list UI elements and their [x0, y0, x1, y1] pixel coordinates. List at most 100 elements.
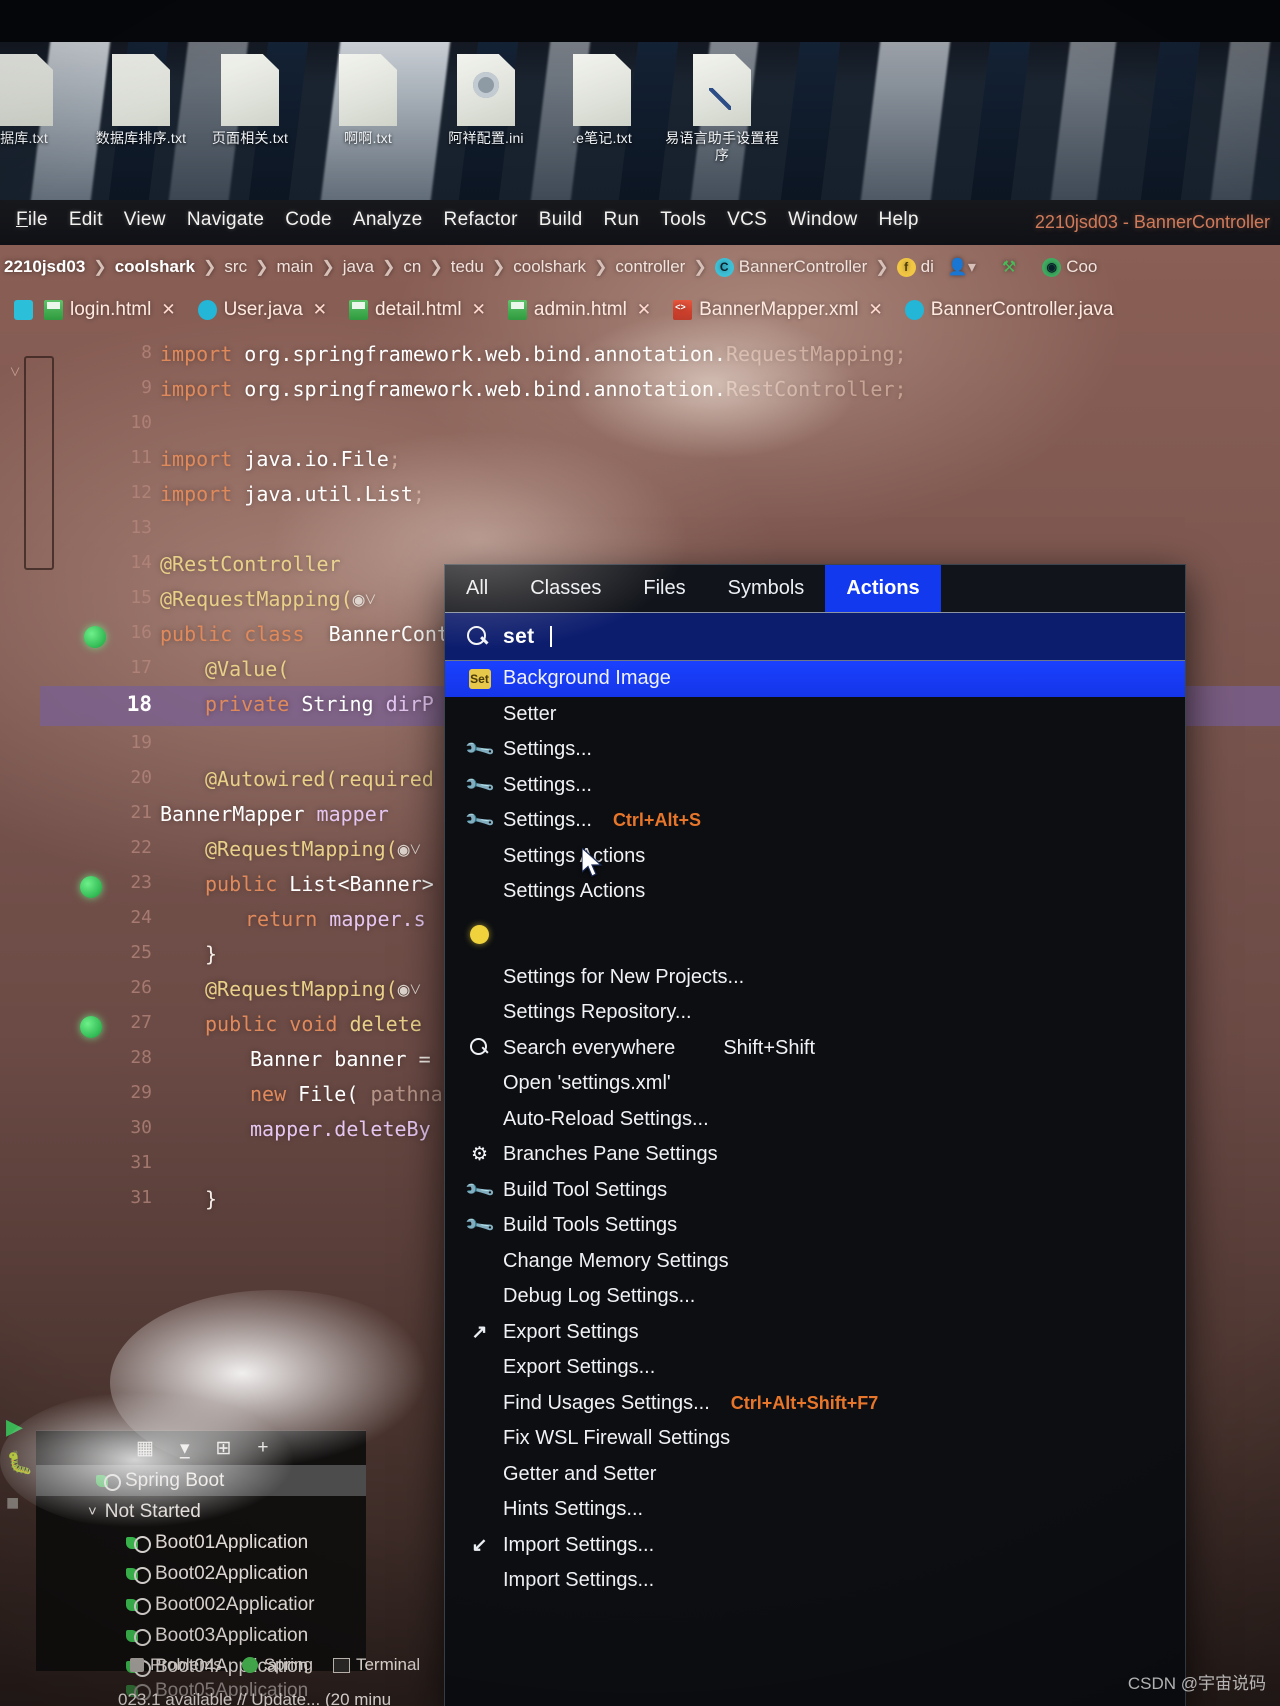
- breadcrumb-item-module[interactable]: coolshark: [115, 257, 195, 277]
- menu-edit[interactable]: Edit: [69, 209, 103, 231]
- desktop-icon[interactable]: 易语言助手设置程序: [662, 54, 782, 164]
- menu-help[interactable]: Help: [879, 209, 919, 231]
- tree-item-boot03[interactable]: Boot03Application: [36, 1620, 366, 1651]
- result-export-settings[interactable]: ↗ Export Settings: [445, 1315, 1185, 1351]
- menu-view[interactable]: View: [124, 209, 166, 231]
- editor-tab-detail-html[interactable]: detail.html ✕: [338, 299, 497, 321]
- result-search-everywhere[interactable]: Search everywhere Shift+Shift: [445, 1031, 1185, 1067]
- filter-icon[interactable]: ▾̲: [180, 1437, 190, 1460]
- editor-tab-bannercontroller-java[interactable]: BannerController.java: [894, 299, 1125, 321]
- editor-tab-user-java[interactable]: User.java ✕: [187, 299, 338, 321]
- grid-icon[interactable]: ▦: [136, 1437, 154, 1460]
- editor-tab-admin-html[interactable]: admin.html ✕: [497, 299, 662, 321]
- result-build-tool-settings[interactable]: 🔧 Build Tool Settings: [445, 1173, 1185, 1209]
- search-input[interactable]: set: [503, 625, 535, 649]
- result-import-settings-dots[interactable]: Import Settings...: [445, 1563, 1185, 1599]
- menu-run[interactable]: Run: [604, 209, 640, 231]
- run-config-label[interactable]: Coo: [1066, 257, 1097, 277]
- result-open-settings-xml[interactable]: Open 'settings.xml': [445, 1066, 1185, 1102]
- close-icon[interactable]: ✕: [637, 300, 651, 320]
- menu-analyze[interactable]: Analyze: [353, 209, 423, 231]
- hammer-icon[interactable]: ⚒: [1002, 257, 1016, 277]
- result-debug-log-settings[interactable]: Debug Log Settings...: [445, 1279, 1185, 1315]
- debug-icon[interactable]: 🐛: [6, 1450, 33, 1476]
- tree-item-spring-boot[interactable]: Spring Boot: [36, 1465, 366, 1496]
- desktop-icon[interactable]: 啊啊.txt: [308, 54, 428, 147]
- run-gutter-icon[interactable]: [80, 876, 102, 898]
- result-set-background-image[interactable]: Set Background Image: [445, 661, 1185, 697]
- run-gutter-icon[interactable]: [84, 626, 106, 648]
- desktop-icon[interactable]: 页面相关.txt: [190, 54, 310, 147]
- result-settings-1[interactable]: 🔧 Settings...: [445, 732, 1185, 768]
- menu-file[interactable]: File: [16, 209, 48, 231]
- result-settings-for-new-projects[interactable]: Settings for New Projects...: [445, 960, 1185, 996]
- stop-icon[interactable]: ■: [6, 1490, 19, 1516]
- search-everywhere-popup[interactable]: All Classes Files Symbols Actions set Se…: [445, 565, 1185, 1706]
- menu-build[interactable]: Build: [539, 209, 583, 231]
- desktop-icon[interactable]: 阿祥配置.ini: [426, 54, 546, 147]
- add-icon[interactable]: +: [257, 1437, 268, 1459]
- result-hints-settings[interactable]: Hints Settings...: [445, 1492, 1185, 1528]
- result-settings-repository[interactable]: Settings Repository...: [445, 995, 1185, 1031]
- result-auto-reload-settings[interactable]: Auto-Reload Settings...: [445, 1102, 1185, 1138]
- status-terminal[interactable]: Terminal: [332, 1655, 420, 1675]
- result-settings-2[interactable]: 🔧 Settings...: [445, 768, 1185, 804]
- editor-tab-bannermapper-xml[interactable]: BannerMapper.xml ✕: [662, 299, 894, 321]
- desktop-icon[interactable]: 据库.txt: [0, 54, 84, 147]
- breadcrumb-item-src[interactable]: src: [224, 257, 247, 277]
- result-fix-wsl-firewall-settings[interactable]: Fix WSL Firewall Settings: [445, 1421, 1185, 1457]
- tab-classes[interactable]: Classes: [509, 565, 622, 612]
- tab-all[interactable]: All: [445, 565, 509, 612]
- breadcrumb-item-controller[interactable]: controller: [615, 257, 685, 277]
- tree-item-not-started[interactable]: ˅ Not Started: [36, 1496, 366, 1527]
- result-unlabeled-yellow[interactable]: [445, 910, 1185, 960]
- run-gutter-icon[interactable]: [80, 1016, 102, 1038]
- close-icon[interactable]: ✕: [313, 300, 327, 320]
- breadcrumb-item-main[interactable]: main: [277, 257, 314, 277]
- status-spring[interactable]: Spring: [241, 1655, 313, 1675]
- caret-down-icon[interactable]: ˅: [88, 1503, 97, 1520]
- close-icon[interactable]: ✕: [161, 300, 175, 320]
- breadcrumb-item-coolshark[interactable]: coolshark: [513, 257, 586, 277]
- menu-window[interactable]: Window: [788, 209, 857, 231]
- result-getter-and-setter[interactable]: Getter and Setter: [445, 1457, 1185, 1493]
- result-settings-actions-1[interactable]: Settings Actions: [445, 839, 1185, 875]
- run-icon[interactable]: ▶: [6, 1414, 23, 1440]
- tab-files[interactable]: Files: [622, 565, 706, 612]
- breadcrumb-item-cn[interactable]: cn: [403, 257, 421, 277]
- menu-refactor[interactable]: Refactor: [444, 209, 518, 231]
- project-view-icon[interactable]: [14, 300, 33, 320]
- group-icon[interactable]: ⊞: [216, 1437, 232, 1460]
- result-export-settings-dots[interactable]: Export Settings...: [445, 1350, 1185, 1386]
- desktop-icon[interactable]: .e笔记.txt: [542, 54, 662, 147]
- result-import-settings[interactable]: ↙ Import Settings...: [445, 1528, 1185, 1564]
- breadcrumb-item-project[interactable]: 2210jsd03: [4, 257, 85, 277]
- status-problems[interactable]: Problems: [130, 1655, 222, 1675]
- close-icon[interactable]: ✕: [869, 300, 883, 320]
- inspections-widget-icon[interactable]: 👤▾: [948, 257, 976, 277]
- editor-tab-login-html[interactable]: login.html ✕: [33, 299, 187, 321]
- result-build-tools-settings[interactable]: 🔧 Build Tools Settings: [445, 1208, 1185, 1244]
- search-field-row[interactable]: set: [445, 613, 1185, 661]
- tree-item-boot02[interactable]: Boot02Application: [36, 1558, 366, 1589]
- result-settings-actions-2[interactable]: Settings Actions: [445, 874, 1185, 910]
- tab-actions[interactable]: Actions: [825, 565, 941, 612]
- desktop-icon[interactable]: 数据库排序.txt: [81, 54, 201, 147]
- tab-symbols[interactable]: Symbols: [707, 565, 826, 612]
- breadcrumb-item-tedu[interactable]: tedu: [451, 257, 484, 277]
- tree-item-boot01[interactable]: Boot01Application: [36, 1527, 366, 1558]
- breadcrumb-item-java[interactable]: java: [343, 257, 374, 277]
- menu-navigate[interactable]: Navigate: [187, 209, 264, 231]
- tree-item-boot002[interactable]: Boot002Applicatior: [36, 1589, 366, 1620]
- menu-code[interactable]: Code: [285, 209, 332, 231]
- breadcrumb-item-class[interactable]: BannerController: [739, 257, 868, 277]
- result-change-memory-settings[interactable]: Change Memory Settings: [445, 1244, 1185, 1280]
- close-icon[interactable]: ✕: [472, 300, 486, 320]
- result-settings-3[interactable]: 🔧 Settings... Ctrl+Alt+S: [445, 803, 1185, 839]
- result-branches-pane-settings[interactable]: ⚙ Branches Pane Settings: [445, 1137, 1185, 1173]
- breadcrumb-item-field[interactable]: di: [921, 257, 934, 277]
- search-results-list[interactable]: Set Background Image Setter 🔧 Settings..…: [445, 661, 1185, 1599]
- chevron-down-icon[interactable]: ˅: [10, 362, 20, 383]
- result-setter[interactable]: Setter: [445, 697, 1185, 733]
- result-find-usages-settings[interactable]: Find Usages Settings... Ctrl+Alt+Shift+F…: [445, 1386, 1185, 1422]
